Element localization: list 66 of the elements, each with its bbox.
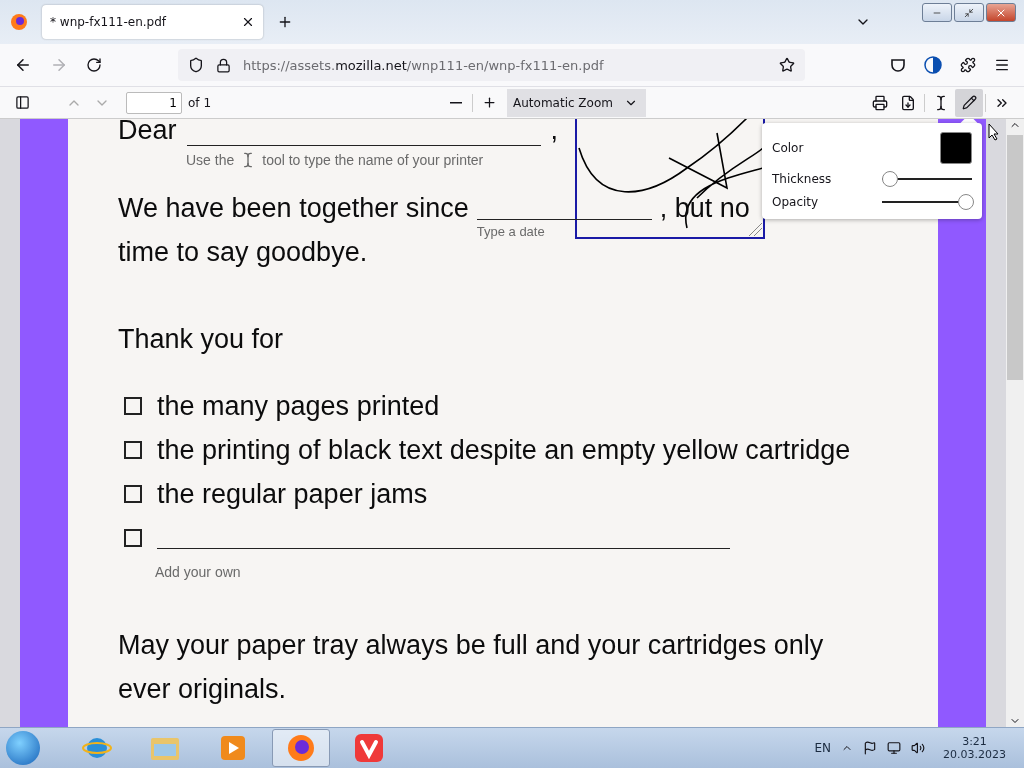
hint-text: Use the: [186, 152, 235, 168]
restore-button[interactable]: [954, 3, 984, 22]
page-count: of 1: [188, 95, 211, 110]
tab-title: * wnp-fx111-en.pdf: [50, 15, 168, 29]
opacity-label: Opacity: [772, 194, 820, 209]
sentence-text: time to say goodbye.: [118, 236, 368, 269]
plus-icon: [481, 95, 497, 110]
puzzle-icon[interactable]: [960, 56, 976, 74]
taskbar-app[interactable]: [272, 729, 330, 767]
flag-icon[interactable]: [863, 741, 877, 755]
browser-logo-icon[interactable]: [10, 13, 28, 31]
star-icon[interactable]: [779, 57, 795, 73]
pencil-icon: [961, 95, 977, 110]
color-label: Color: [772, 141, 805, 156]
pocket-icon[interactable]: [890, 56, 906, 74]
scrollbar-thumb[interactable]: [1007, 135, 1023, 380]
opacity-slider[interactable]: [882, 193, 972, 210]
speaker-icon[interactable]: [911, 741, 925, 755]
clock[interactable]: 3:21 20.03.2023: [943, 735, 1006, 761]
reload-icon[interactable]: [86, 57, 102, 73]
list-item-text: the printing of black text despite an empty yellow cartridge: [157, 434, 851, 467]
thickness-slider[interactable]: [882, 171, 972, 187]
slider-thumb[interactable]: [958, 193, 974, 210]
language-indicator[interactable]: EN: [814, 741, 831, 755]
slider-thumb[interactable]: [882, 171, 898, 187]
restore-icon: [964, 7, 974, 18]
minimize-button[interactable]: [922, 3, 952, 22]
hint-text: Add your own: [155, 564, 241, 580]
thickness-label: Thickness: [772, 172, 833, 186]
start-button[interactable]: [6, 731, 40, 765]
draw-tool-button[interactable]: [955, 88, 983, 117]
mouse-pointer-icon: [988, 123, 1000, 141]
download-icon: [900, 94, 916, 111]
checkbox[interactable]: [124, 397, 142, 415]
play-icon: [220, 735, 246, 761]
heading-text: Thank you for: [118, 324, 284, 354]
network-icon[interactable]: [887, 741, 901, 755]
browser-icon: [286, 733, 316, 763]
zoom-select[interactable]: Automatic Zoom: [507, 88, 646, 117]
list-item-text: the many pages printed: [157, 390, 440, 423]
printer-icon: [872, 94, 888, 111]
comma-text: ,: [550, 119, 559, 145]
sidebar-icon: [14, 95, 30, 110]
hint-text: tool to type the name of your printer: [262, 152, 484, 168]
contrast-icon[interactable]: [924, 56, 942, 74]
salutation-text: Dear: [118, 119, 177, 145]
checkbox[interactable]: [124, 529, 142, 547]
v-logo-icon: [354, 733, 384, 763]
close-icon[interactable]: [241, 15, 255, 29]
new-tab-icon[interactable]: [277, 14, 293, 30]
list-item-text: the regular paper jams: [157, 478, 428, 511]
color-swatch[interactable]: [940, 132, 972, 165]
closing-text: May your paper tray always be full and your cartridges only ever originals.: [118, 629, 825, 706]
address-field[interactable]: https://assets.mozilla.net/wnp111-en/wnp-fx111-en.pdf: [178, 49, 805, 81]
hint-text: Type a date: [476, 224, 545, 239]
lock-icon[interactable]: [216, 57, 231, 73]
sentence-text: We have been together since: [118, 192, 469, 225]
page-number-field[interactable]: 1: [126, 91, 182, 114]
checkbox[interactable]: [124, 441, 142, 459]
checkbox[interactable]: [124, 485, 142, 503]
back-icon[interactable]: [14, 56, 32, 74]
minus-icon: [450, 101, 462, 104]
shield-icon[interactable]: [188, 57, 204, 73]
url-text: https://assets.mozilla.net/wnp111-en/wnp-fx111-en.pdf: [243, 57, 605, 73]
close-button[interactable]: [986, 3, 1016, 22]
browser-tab[interactable]: * wnp-fx111-en.pdf: [42, 5, 263, 39]
